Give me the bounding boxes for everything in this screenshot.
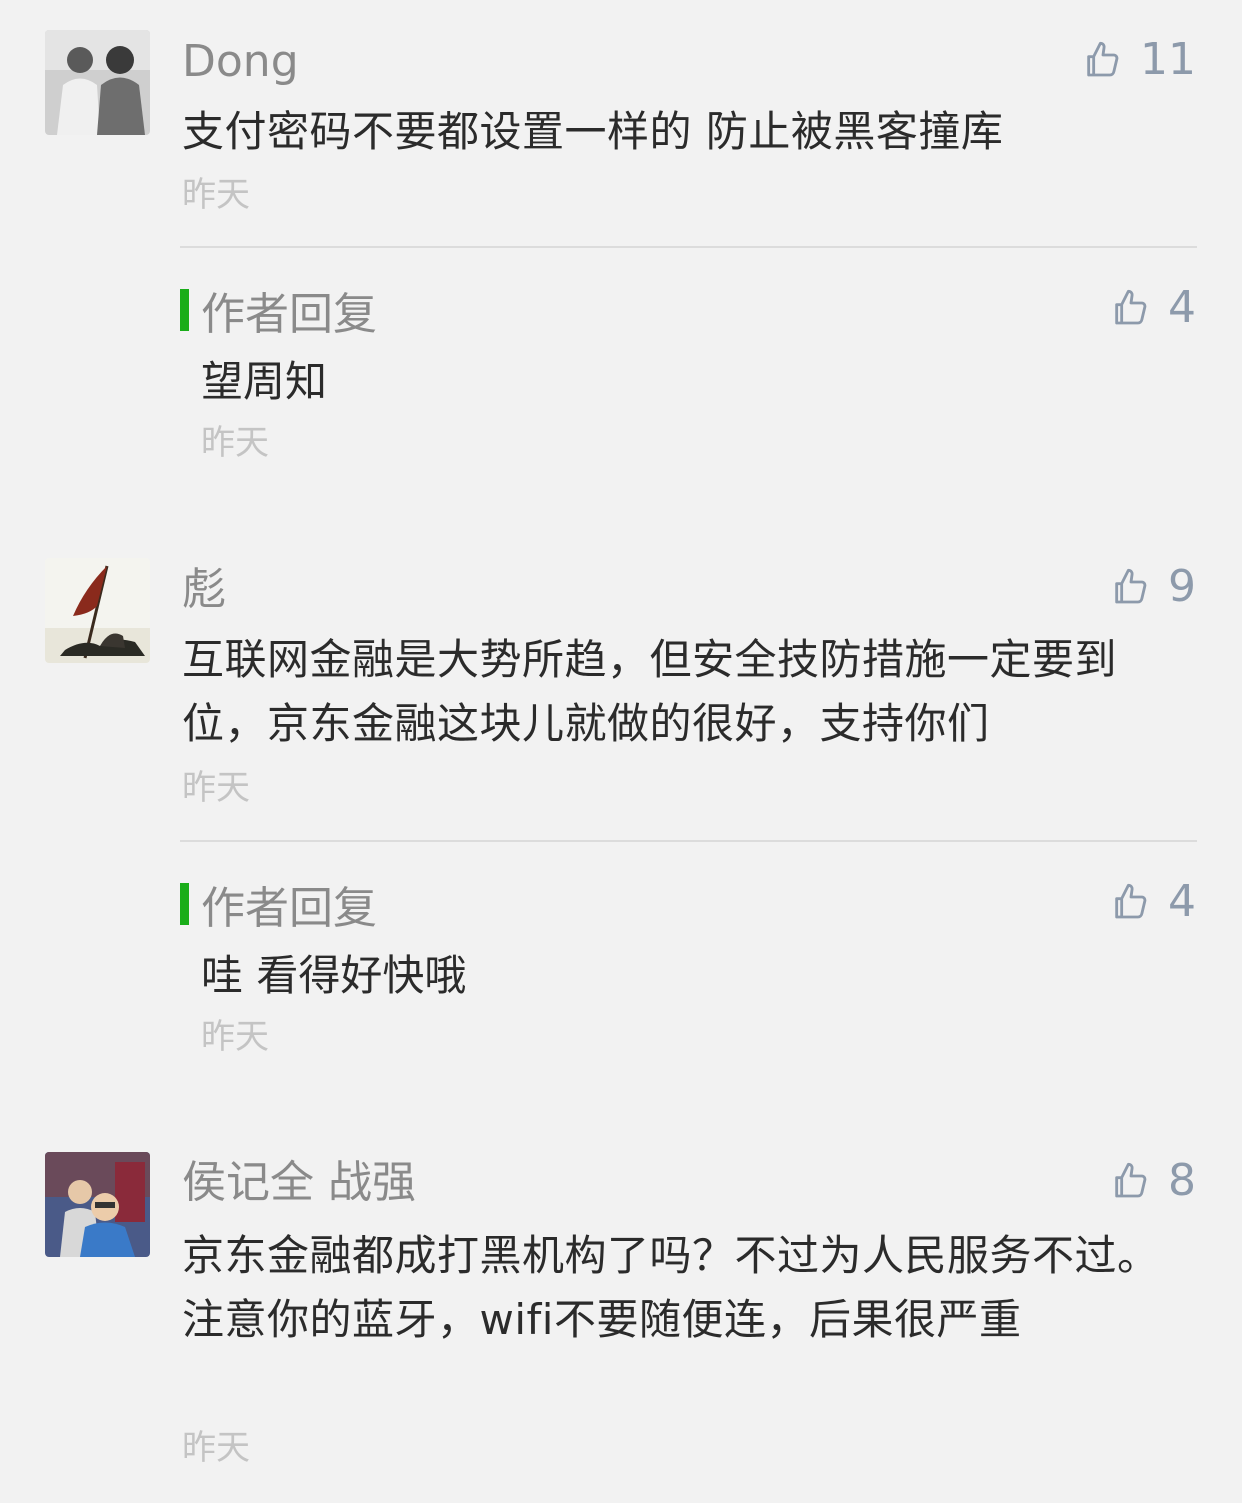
comment-text: 支付密码不要都设置一样的 防止被黑客撞库 [182, 107, 1004, 156]
reply-time: 昨天 [201, 423, 269, 463]
avatar[interactable] [45, 558, 150, 663]
reply-label-text: 作者回复 [201, 289, 377, 340]
reply-accent-bar [180, 289, 189, 331]
comment-text: 互联网金融是大势所趋，但安全技防措施一定要到位，京东金融这块儿就做的很好，支持你… [182, 635, 1118, 748]
like-count: 8 [1168, 1155, 1196, 1206]
like-button[interactable]: 8 [1110, 1153, 1196, 1209]
author-reply-label: 作者回复 [180, 876, 377, 934]
comment-time: 昨天 [182, 175, 250, 215]
thumbs-up-icon [1115, 568, 1147, 604]
divider [180, 246, 1197, 248]
avatar-photo-icon [45, 30, 150, 135]
reply-text: 哇 看得好快哦 [201, 951, 467, 1000]
reply-time: 昨天 [201, 1017, 269, 1057]
like-count: 4 [1168, 282, 1196, 333]
reply-accent-bar [180, 883, 189, 925]
reply-text: 望周知 [201, 357, 328, 406]
author-reply-label: 作者回复 [180, 282, 377, 340]
like-button[interactable]: 4 [1110, 874, 1196, 930]
avatar-photo-icon [45, 1152, 150, 1257]
avatar-flag-icon [45, 558, 150, 663]
reply-label-text: 作者回复 [201, 883, 377, 934]
commenter-name: Dong [182, 36, 299, 87]
like-button[interactable]: 4 [1110, 280, 1196, 336]
like-count: 11 [1140, 34, 1196, 85]
divider [180, 840, 1197, 842]
commenter-name: 侯记全 战强 [182, 1157, 416, 1208]
avatar[interactable] [45, 1152, 150, 1257]
thumbs-up-icon [1087, 41, 1119, 77]
like-button[interactable]: 11 [1082, 32, 1196, 88]
comment-time: 昨天 [182, 768, 250, 808]
thumbs-up-icon [1115, 1162, 1147, 1198]
avatar[interactable] [45, 30, 150, 135]
like-button[interactable]: 9 [1110, 559, 1196, 615]
thumbs-up-icon [1115, 289, 1147, 325]
thumbs-up-icon [1115, 883, 1147, 919]
comment-text: 京东金融都成打黑机构了吗？不过为人民服务不过。注意你的蓝牙，wifi不要随便连，… [182, 1231, 1160, 1344]
like-count: 4 [1168, 876, 1196, 927]
comment-time: 昨天 [182, 1428, 250, 1468]
like-count: 9 [1168, 561, 1196, 612]
commenter-name: 彪 [182, 564, 226, 615]
